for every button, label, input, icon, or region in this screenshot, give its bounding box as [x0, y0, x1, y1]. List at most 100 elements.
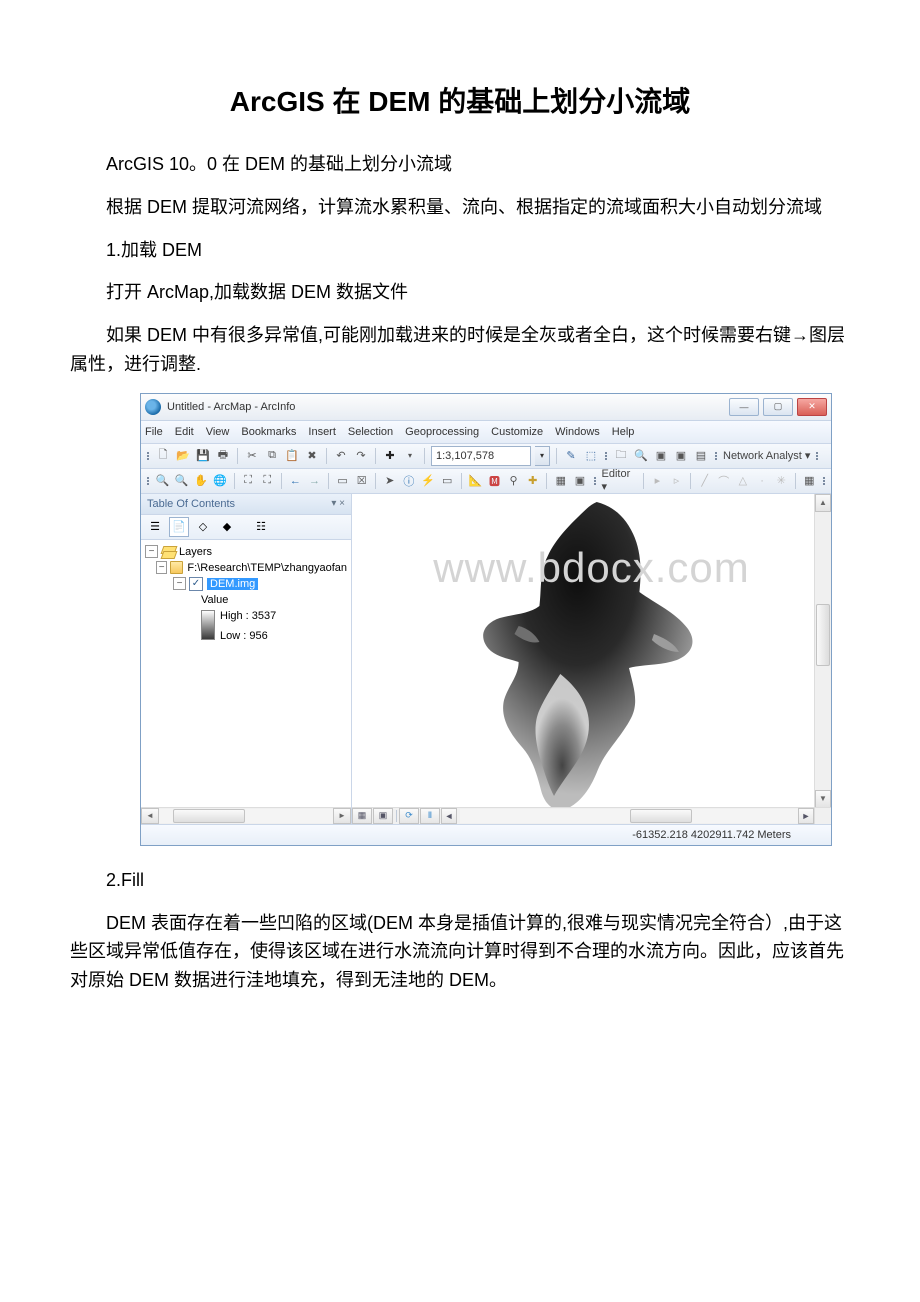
attributes-icon[interactable]: ▦	[802, 473, 817, 489]
zoom-in-icon[interactable]: 🔍	[155, 473, 170, 489]
python-icon[interactable]: ▣	[653, 448, 669, 464]
pointer-icon[interactable]: ➤	[382, 473, 397, 489]
list-by-selection-icon[interactable]: ◆	[217, 517, 237, 537]
scroll-right-icon[interactable]: ►	[333, 808, 351, 824]
time-slider-icon[interactable]: ▦	[553, 473, 568, 489]
menu-customize[interactable]: Customize	[491, 426, 543, 438]
collapse-icon[interactable]: −	[145, 545, 158, 558]
menu-file[interactable]: File	[145, 426, 163, 438]
layer-visibility-checkbox[interactable]: ✓	[189, 577, 203, 591]
catalog-icon[interactable]: 🗀	[613, 448, 629, 464]
data-view-icon[interactable]: ▦	[352, 808, 372, 824]
scroll-left-icon[interactable]: ◄	[441, 808, 457, 824]
html-popup-icon[interactable]: ▭	[440, 473, 455, 489]
tools-toolbar: 🔍 🔍 ✋ 🌐 ⛶ ⛶ ← → ▭ ☒ ➤ ⓘ ⚡ ▭ 📐 🅼 ⚲ ✚ ▦ ▣	[141, 469, 831, 494]
toolbox-icon[interactable]: ⬚	[583, 448, 599, 464]
pan-icon[interactable]: ✋	[193, 473, 208, 489]
value-label: Value	[201, 594, 228, 606]
goto-xy-icon[interactable]: ✚	[525, 473, 540, 489]
new-icon[interactable]: 🗋	[155, 448, 171, 464]
scrollbar-thumb[interactable]	[630, 809, 692, 823]
undo-icon[interactable]: ↶	[333, 448, 349, 464]
save-icon[interactable]: 💾	[195, 448, 211, 464]
article-title: ArcGIS 在 DEM 的基础上划分小流域	[70, 80, 850, 120]
editor-toolbar-icon[interactable]: ✎	[563, 448, 579, 464]
pause-icon[interactable]: Ⅱ	[420, 808, 440, 824]
collapse-icon[interactable]: −	[173, 577, 186, 590]
model-icon[interactable]: ▣	[673, 448, 689, 464]
copy-icon[interactable]: ⧉	[264, 448, 280, 464]
paragraph: DEM 表面存在着一些凹陷的区域(DEM 本身是插值计算的,很难与现实情况完全符…	[70, 909, 850, 995]
list-by-drawing-order-icon[interactable]: ☰	[145, 517, 165, 537]
paragraph: 1.加载 DEM	[70, 236, 850, 265]
scroll-right-icon[interactable]: ►	[798, 808, 814, 824]
full-extent-icon[interactable]: 🌐	[212, 473, 227, 489]
editor-menu-label[interactable]: Editor ▾	[602, 469, 637, 494]
forward-icon[interactable]: →	[307, 473, 322, 489]
scroll-up-icon[interactable]: ▲	[815, 494, 831, 512]
back-icon[interactable]: ←	[288, 473, 303, 489]
redo-icon[interactable]: ↷	[353, 448, 369, 464]
scale-dropdown-icon[interactable]: ▾	[535, 446, 550, 466]
paste-icon[interactable]: 📋	[284, 448, 300, 464]
toc-pin-close[interactable]: ▾ ×	[331, 498, 345, 509]
cut-icon[interactable]: ✂	[244, 448, 260, 464]
folder-path-node[interactable]: F:\Research\TEMP\zhangyaofan	[187, 562, 347, 574]
window-icon[interactable]: ▣	[572, 473, 587, 489]
zoom-out-icon[interactable]: 🔍	[174, 473, 189, 489]
sketch-trace-icon[interactable]: △	[735, 473, 750, 489]
scroll-left-icon[interactable]: ◄	[141, 808, 159, 824]
scroll-down-icon[interactable]: ▼	[815, 790, 831, 808]
menu-geoprocessing[interactable]: Geoprocessing	[405, 426, 479, 438]
fixed-zoom-in-icon[interactable]: ⛶	[241, 473, 256, 489]
map-vertical-scrollbar[interactable]: ▲ ▼	[814, 494, 831, 808]
sketch-more-icon[interactable]: ✳	[774, 473, 789, 489]
map-view[interactable]: www.bdocx.com ▲ ▼ ▦ ▣ ⟳ Ⅱ ◄	[352, 494, 831, 824]
scrollbar-thumb[interactable]	[816, 604, 830, 666]
fixed-zoom-out-icon[interactable]: ⛶	[260, 473, 275, 489]
minimize-button[interactable]: —	[729, 398, 759, 416]
layers-node[interactable]: Layers	[179, 546, 212, 558]
hyperlink-icon[interactable]: ⚡	[421, 473, 436, 489]
select-features-icon[interactable]: ▭	[335, 473, 350, 489]
network-analyst-label[interactable]: Network Analyst ▾	[723, 449, 810, 462]
menu-windows[interactable]: Windows	[555, 426, 600, 438]
layout-view-icon[interactable]: ▣	[373, 808, 393, 824]
close-button[interactable]: ✕	[797, 398, 827, 416]
scale-input[interactable]: 1:3,107,578	[431, 446, 531, 466]
find-icon[interactable]: 🅼	[487, 473, 502, 489]
dem-layer-node[interactable]: DEM.img	[207, 578, 258, 590]
open-icon[interactable]: 📂	[175, 448, 191, 464]
refresh-icon[interactable]: ⟳	[399, 808, 419, 824]
maximize-button[interactable]: ▢	[763, 398, 793, 416]
scrollbar-thumb[interactable]	[173, 809, 245, 823]
toc-horizontal-scrollbar[interactable]: ◄ ►	[141, 807, 351, 824]
identify-icon[interactable]: ⓘ	[401, 473, 416, 489]
toc-options-icon[interactable]: ☷	[251, 517, 271, 537]
measure-icon[interactable]: 📐	[468, 473, 483, 489]
table-of-contents-panel: Table Of Contents ▾ × ☰ 📄 ◇ ◆ ☷ − Layers	[141, 494, 352, 824]
delete-icon[interactable]: ✖	[304, 448, 320, 464]
menu-bookmarks[interactable]: Bookmarks	[241, 426, 296, 438]
dropdown-icon[interactable]: ▾	[402, 448, 418, 464]
edit-arrow-icon[interactable]: ▹	[669, 473, 684, 489]
table-icon[interactable]: ▤	[693, 448, 709, 464]
menu-selection[interactable]: Selection	[348, 426, 393, 438]
menu-insert[interactable]: Insert	[308, 426, 336, 438]
list-by-source-icon[interactable]: 📄	[169, 517, 189, 537]
clear-selection-icon[interactable]: ☒	[354, 473, 369, 489]
print-icon[interactable]: 🖶	[215, 448, 231, 464]
sketch-line-icon[interactable]: ╱	[697, 473, 712, 489]
edit-tool-icon[interactable]: ▸	[650, 473, 665, 489]
sketch-point-icon[interactable]: ·	[754, 473, 769, 489]
sketch-arc-icon[interactable]: ⌒	[716, 473, 731, 489]
menu-view[interactable]: View	[206, 426, 230, 438]
add-data-icon[interactable]: ✚	[382, 448, 398, 464]
find-route-icon[interactable]: ⚲	[506, 473, 521, 489]
collapse-icon[interactable]: −	[156, 561, 167, 574]
menu-help[interactable]: Help	[612, 426, 635, 438]
map-horizontal-scrollbar[interactable]	[460, 809, 798, 823]
search-icon[interactable]: 🔍	[633, 448, 649, 464]
list-by-visibility-icon[interactable]: ◇	[193, 517, 213, 537]
menu-edit[interactable]: Edit	[175, 426, 194, 438]
